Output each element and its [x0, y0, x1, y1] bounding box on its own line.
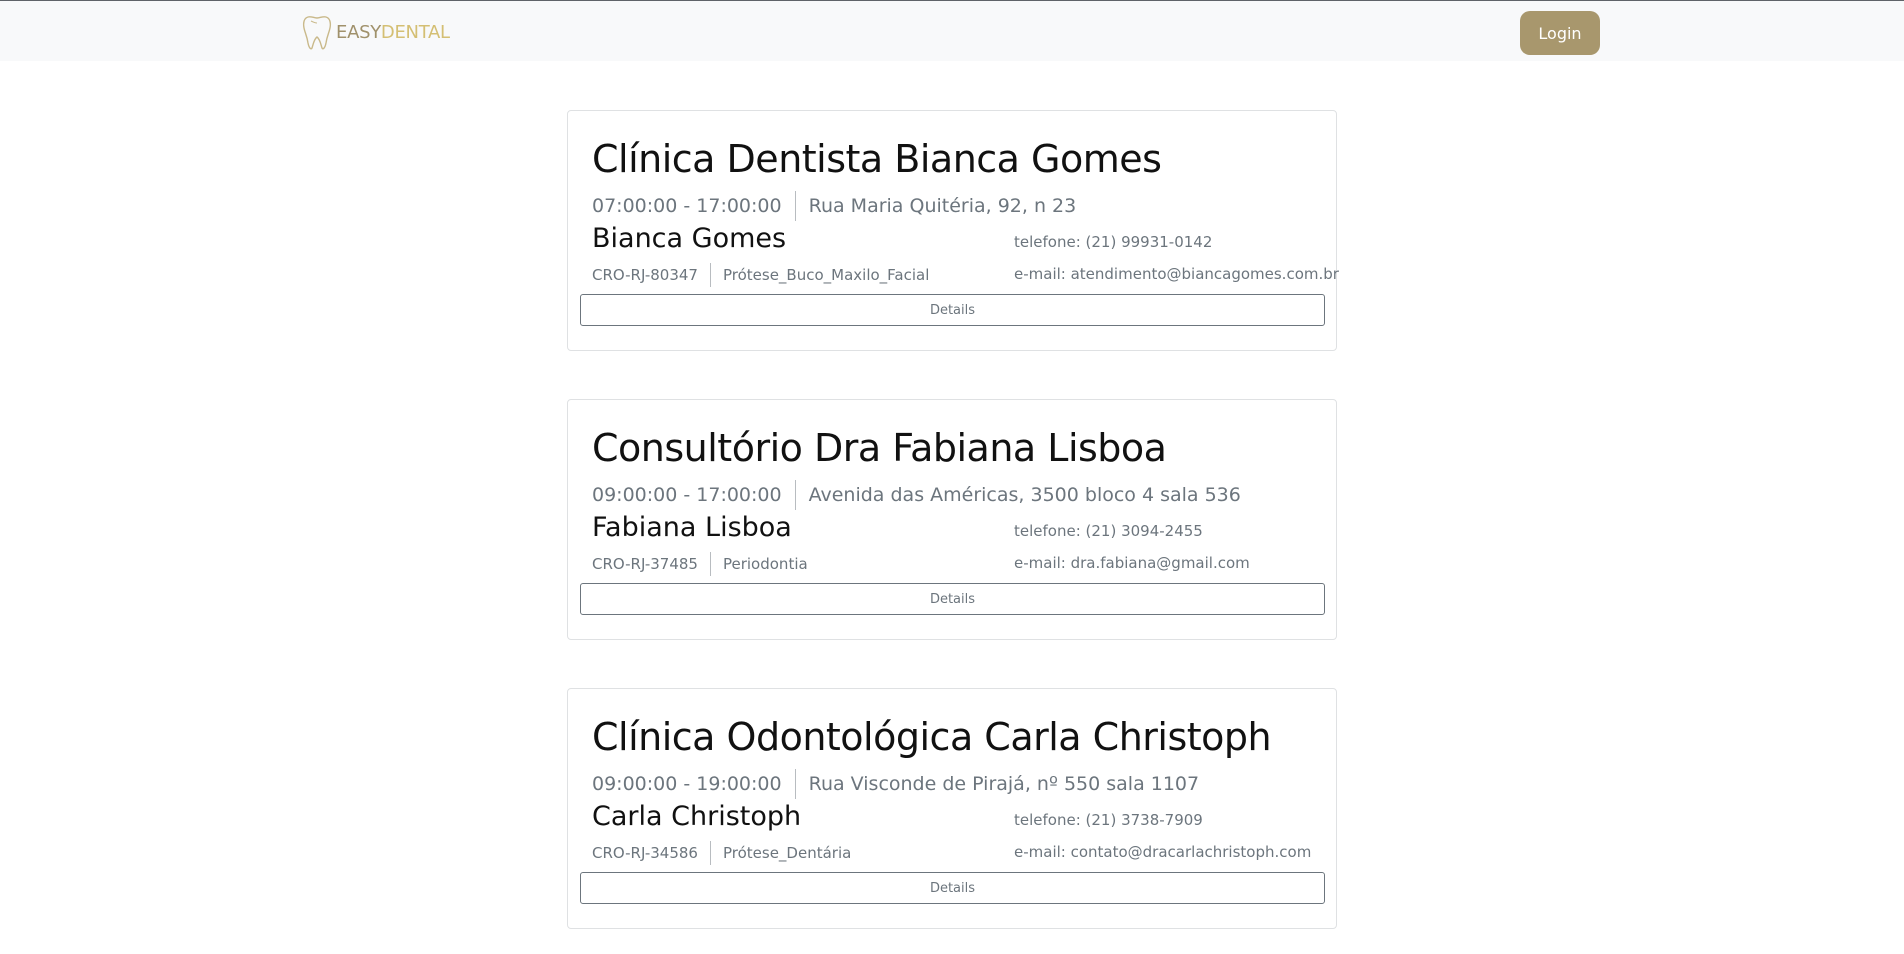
dentist-cro: CRO-RJ-37485 [592, 555, 698, 573]
divider [709, 552, 711, 576]
clinic-card: Clínica Dentista Bianca Gomes 07:00:00 -… [567, 110, 1339, 351]
dentist-name: Bianca Gomes [592, 223, 787, 254]
clinic-email: e-mail: contato@dracarlachristoph.com [1014, 843, 1312, 861]
details-button[interactable]: Details [580, 294, 1325, 326]
navbar: EASYDENTAL Login [0, 0, 1904, 61]
clinic-phone: telefone: (21) 99931-0142 [1014, 233, 1213, 251]
clinic-email: e-mail: atendimento@biancagomes.com.br [1014, 265, 1339, 283]
divider [794, 480, 796, 510]
clinic-email: e-mail: dra.fabiana@gmail.com [1014, 554, 1250, 572]
tooth-icon [302, 16, 332, 50]
clinic-address: Rua Maria Quitéria, 92, n 23 [808, 195, 1077, 217]
divider [794, 191, 796, 221]
clinic-meta: 09:00:00 - 19:00:00 Rua Visconde de Pira… [592, 769, 1199, 799]
clinic-name: Clínica Dentista Bianca Gomes [592, 137, 1162, 181]
clinic-hours: 09:00:00 - 17:00:00 [592, 484, 782, 506]
dentist-cro: CRO-RJ-80347 [592, 266, 698, 284]
divider [709, 263, 711, 287]
dentist-name: Carla Christoph [592, 801, 802, 832]
clinic-card: Clínica Odontológica Carla Christoph 09:… [567, 688, 1337, 929]
dentist-specialty: Periodontia [722, 555, 808, 573]
details-button[interactable]: Details [580, 872, 1325, 904]
details-button[interactable]: Details [580, 583, 1325, 615]
divider [794, 769, 796, 799]
clinic-address: Avenida das Américas, 3500 bloco 4 sala … [808, 484, 1241, 506]
clinic-name: Clínica Odontológica Carla Christoph [592, 715, 1272, 759]
clinic-hours: 07:00:00 - 17:00:00 [592, 195, 782, 217]
dentist-meta: CRO-RJ-37485 Periodontia [592, 552, 808, 576]
clinic-phone: telefone: (21) 3094-2455 [1014, 522, 1203, 540]
brand-logo[interactable]: EASYDENTAL [302, 13, 450, 51]
clinic-meta: 07:00:00 - 17:00:00 Rua Maria Quitéria, … [592, 191, 1076, 221]
dentist-specialty: Prótese_Dentária [722, 844, 852, 862]
clinic-card: Consultório Dra Fabiana Lisboa 09:00:00 … [567, 399, 1337, 640]
dentist-specialty: Prótese_Buco_Maxilo_Facial [722, 266, 930, 284]
dentist-name: Fabiana Lisboa [592, 512, 792, 543]
clinic-name: Consultório Dra Fabiana Lisboa [592, 426, 1167, 470]
clinic-meta: 09:00:00 - 17:00:00 Avenida das Américas… [592, 480, 1241, 510]
clinic-phone: telefone: (21) 3738-7909 [1014, 811, 1203, 829]
dentist-meta: CRO-RJ-34586 Prótese_Dentária [592, 841, 851, 865]
brand-name: EASYDENTAL [336, 21, 450, 43]
clinic-address: Rua Visconde de Pirajá, nº 550 sala 1107 [808, 773, 1200, 795]
dentist-cro: CRO-RJ-34586 [592, 844, 698, 862]
divider [709, 841, 711, 865]
dentist-meta: CRO-RJ-80347 Prótese_Buco_Maxilo_Facial [592, 263, 929, 287]
login-button[interactable]: Login [1520, 11, 1600, 55]
clinic-hours: 09:00:00 - 19:00:00 [592, 773, 782, 795]
